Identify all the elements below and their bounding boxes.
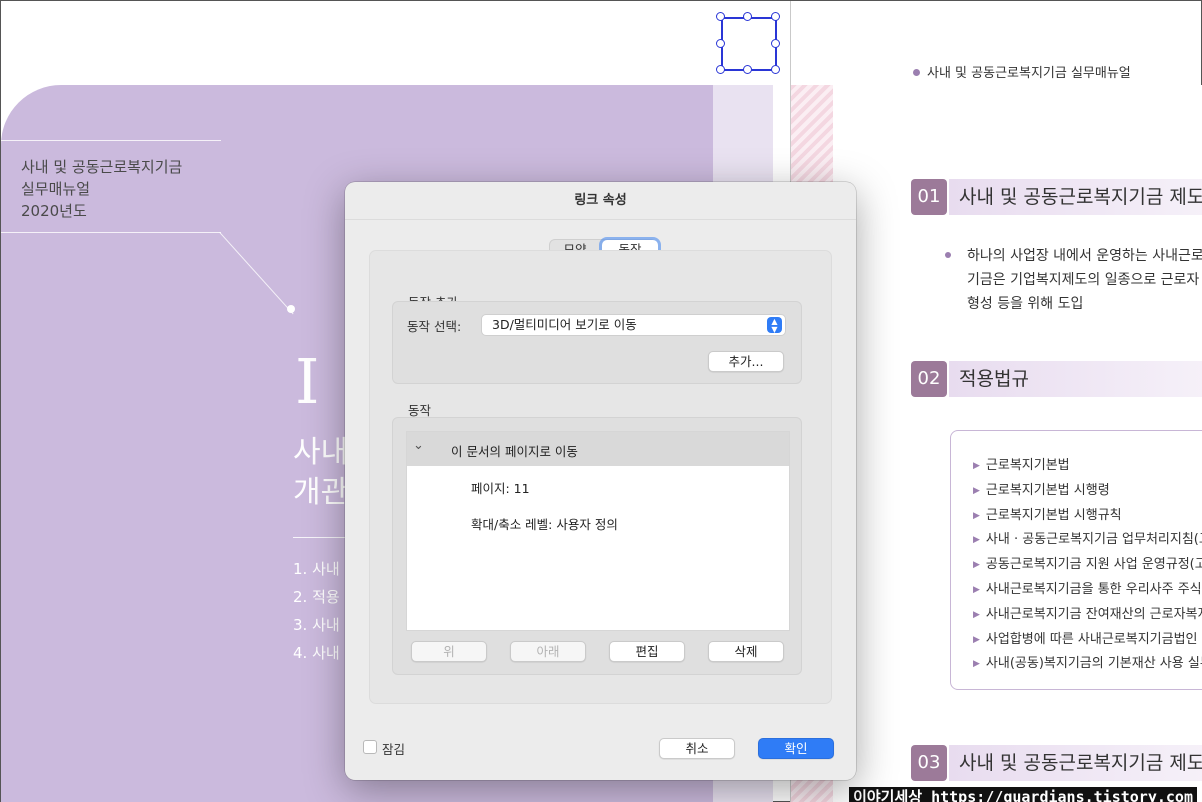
resize-handle-top[interactable]: [743, 12, 752, 21]
resize-handle-left[interactable]: [716, 39, 725, 48]
toc-item: 3. 사내: [293, 616, 340, 634]
cover-divider-mid: [1, 232, 221, 233]
law-item: ▶ 공동근로복지기금 지원 사업 운영규정(고: [973, 557, 1202, 573]
lock-label: 잠김: [382, 742, 406, 757]
resize-handle-top-right[interactable]: [771, 12, 780, 21]
actions-list[interactable]: ⌄ 이 문서의 페이지로 이동 페이지: 11 확대/축소 레벨: 사용자 정의: [406, 431, 790, 631]
triangle-bullet-icon: ▶: [973, 461, 980, 471]
section-title: 적용법규: [959, 368, 1029, 390]
triangle-bullet-icon: ▶: [973, 510, 980, 521]
section-title: 사내 및 공동근로복지기금 제도: [959, 186, 1202, 208]
chevron-down-icon[interactable]: ⌄: [413, 438, 424, 453]
triangle-bullet-icon: ▶: [973, 535, 980, 546]
section-number: 02: [911, 361, 947, 397]
delete-button[interactable]: 삭제: [708, 641, 784, 662]
action-detail-page: 페이지: 11: [471, 481, 530, 496]
running-head: 사내 및 공동근로복지기금 실무매뉴얼: [913, 62, 1131, 81]
action-item[interactable]: ⌄ 이 문서의 페이지로 이동: [407, 432, 789, 466]
cover-subtitle-line: 실무매뉴얼: [21, 180, 91, 198]
action-type-select[interactable]: 3D/멀티미디어 보기로 이동 ▲ ▼: [481, 314, 786, 336]
section-paragraph: 하나의 사업장 내에서 운영하는 사내근로 기금은 기업복지제도의 일종으로 근…: [945, 244, 1202, 316]
triangle-bullet-icon: ▶: [973, 634, 980, 645]
paragraph-line: 기금은 기업복지제도의 일종으로 근로자: [967, 272, 1200, 288]
resize-handle-bottom-right[interactable]: [771, 65, 780, 74]
law-item: ▶ 근로복지기본법: [973, 458, 1070, 473]
action-item-label: 이 문서의 페이지로 이동: [451, 444, 578, 459]
running-head-text: 사내 및 공동근로복지기금 실무매뉴얼: [927, 66, 1131, 81]
section-heading: 03 사내 및 공동근로복지기금 제도: [911, 745, 1202, 781]
section-title: 사내 및 공동근로복지기금 제도: [959, 752, 1202, 774]
toc-item: 2. 적용: [293, 588, 340, 606]
law-item: ▶ 사업합병에 따른 사내근로복지기금법인: [973, 631, 1198, 647]
toc-item: 4. 사내: [293, 644, 340, 662]
resize-handle-bottom[interactable]: [743, 65, 752, 74]
chapter-roman-numeral: I: [295, 345, 320, 418]
move-up-button[interactable]: 위: [411, 641, 487, 662]
select-action-label: 동작 선택:: [407, 319, 462, 334]
section-number: 03: [911, 745, 947, 781]
lock-checkbox[interactable]: [363, 740, 377, 754]
law-item: ▶ 근로복지기본법 시행규칙: [973, 507, 1122, 523]
triangle-bullet-icon: ▶: [973, 485, 980, 496]
chapter-title: 사내 개관: [293, 433, 348, 513]
chapter-title-line: 사내: [293, 435, 349, 470]
bullet-icon: [945, 252, 951, 258]
law-item: ▶ 사내(공동)복지기금의 기본재산 사용 실무: [973, 656, 1202, 672]
dialog-title: 링크 속성: [345, 182, 856, 220]
section-number: 01: [911, 179, 947, 215]
law-list: ▶ 근로복지기본법 ▶ 근로복지기본법 시행령 ▶ 근로복지기본법 시행규칙 ▶ 사내 …: [973, 454, 1202, 677]
cover-subtitle-line: 사내 및 공동근로복지기금: [21, 158, 183, 176]
cover-subtitle: 사내 및 공동근로복지기금 실무매뉴얼 2020년도: [21, 156, 182, 222]
triangle-bullet-icon: ▶: [973, 584, 980, 595]
triangle-bullet-icon: ▶: [973, 609, 980, 620]
resize-handle-right[interactable]: [771, 39, 780, 48]
resize-handle-bottom-left[interactable]: [716, 65, 725, 74]
link-selection-rectangle[interactable]: [721, 17, 777, 71]
move-down-button[interactable]: 아래: [510, 641, 586, 662]
toc-item: 1. 사내: [293, 560, 340, 578]
updown-chevron-icon: ▲ ▼: [767, 317, 782, 334]
triangle-bullet-icon: ▶: [973, 560, 980, 571]
law-item: ▶ 사내근로복지기금 잔여재산의 근로자복지: [973, 606, 1202, 622]
add-action-button[interactable]: 추가...: [708, 351, 784, 372]
action-type-value: 3D/멀티미디어 보기로 이동: [492, 317, 637, 332]
paragraph-line: 형성 등을 위해 도입: [967, 296, 1084, 312]
law-item: ▶ 근로복지기본법 시행령: [973, 482, 1110, 498]
action-detail-zoom: 확대/축소 레벨: 사용자 정의: [471, 517, 618, 532]
link-properties-dialog: 링크 속성 모양 동작 동작 추가 동작 동작 선택: 3D/멀티미디어 보기로…: [345, 182, 856, 780]
ok-button[interactable]: 확인: [758, 738, 834, 759]
chapter-title-line: 개관: [293, 475, 349, 510]
triangle-bullet-icon: ▶: [973, 659, 980, 670]
cover-line-dot: [287, 305, 295, 313]
law-item: ▶ 사내근로복지기금을 통한 우리사주 주식: [973, 581, 1202, 597]
chapter-toc: 1. 사내 2. 적용 3. 사내 4. 사내: [293, 555, 340, 667]
bullet-icon: [913, 69, 920, 76]
resize-handle-top-left[interactable]: [716, 12, 725, 21]
paragraph-line: 하나의 사업장 내에서 운영하는 사내근로: [967, 248, 1202, 264]
cover-subtitle-line: 2020년도: [21, 202, 87, 220]
cover-divider-top: [1, 140, 221, 141]
cancel-button[interactable]: 취소: [659, 738, 735, 759]
law-item: ▶ 사내 · 공동근로복지기금 업무처리지침(고: [973, 532, 1202, 548]
edit-button[interactable]: 편집: [609, 641, 685, 662]
watermark: 이야기세상 https://guardians.tistory.com: [849, 787, 1197, 802]
